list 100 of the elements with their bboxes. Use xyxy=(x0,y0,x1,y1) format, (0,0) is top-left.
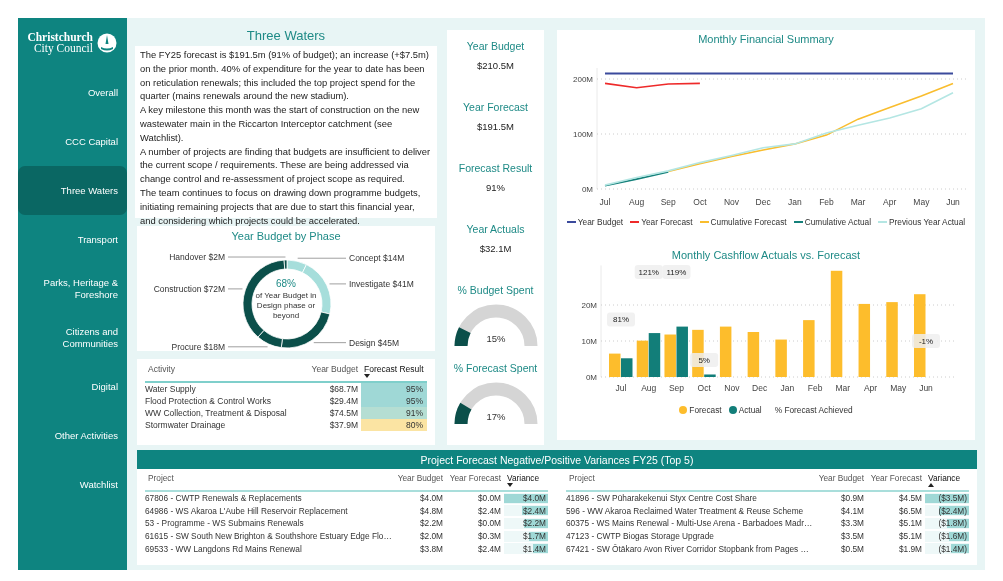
kpi-label: Year Budget xyxy=(466,40,525,52)
legend-label: Year Forecast xyxy=(641,217,693,227)
chart-title: Monthly Cashflow Actuals vs. Forecast xyxy=(671,248,861,261)
y-tick-label: 200M xyxy=(573,75,593,84)
summary-paragraph: The FY25 forecast is $191.5m (91% of budget); an increase (+$7.5m) on the prior month. 40% of expenditure for the year to date has been on reticulation renewals; this included the top project spend for the quarter (mains renewals around the new stadium). xyxy=(140,48,430,104)
table-cell-text: $0.5M xyxy=(839,543,865,554)
column-header[interactable]: Project xyxy=(569,473,595,483)
column-header[interactable]: Year Forecast xyxy=(449,473,501,483)
bar xyxy=(747,332,760,377)
legend-swatch xyxy=(679,406,688,414)
bar xyxy=(803,320,815,377)
column-header[interactable]: Variance xyxy=(928,473,961,483)
table-cell-text: $5.1M xyxy=(897,518,923,529)
x-tick-label: Apr xyxy=(863,383,878,393)
table-cell-text: 596 - WW Akaroa Reclaimed Water Treatment & Reuse Scheme xyxy=(566,505,805,516)
bar xyxy=(648,333,661,377)
table-cell-text: ($1.4M) xyxy=(938,543,968,554)
table-cell-text: WW Collection, Treatment & Disposal xyxy=(145,408,288,418)
table-cell-text: $1.7M xyxy=(522,531,547,542)
nav-item[interactable]: Watchlist xyxy=(18,460,127,509)
table-cell-text: $3.8M xyxy=(418,543,444,554)
y-tick-label: 0M xyxy=(585,373,597,382)
table-cell-text: 60375 - WS Mains Renewal - Multi-Use Arena - Barbadoes Madr… xyxy=(566,518,814,529)
page-title: Three Waters xyxy=(245,28,327,45)
column-header[interactable]: Project xyxy=(148,473,174,483)
table-cell-text: $2.4M xyxy=(476,505,502,516)
summary-paragraph: A key milestone this month was the start of construction on the new wastewater main in the Riccarton Interceptor catchment (see Watchlist). xyxy=(140,103,421,145)
x-tick-label: Jan xyxy=(787,197,802,207)
x-tick-label: Oct xyxy=(693,197,707,207)
column-header[interactable]: Variance xyxy=(507,473,540,483)
leader-line xyxy=(329,283,347,285)
x-tick-label: Mar xyxy=(835,383,851,393)
column-header[interactable]: Forecast Result xyxy=(364,364,424,374)
table-cell-text: $1.4M xyxy=(522,543,547,554)
table-cell-text: $2.2M xyxy=(522,518,547,529)
table-cell-text: $2.0M xyxy=(418,531,444,542)
nav-item[interactable]: Citizens and Communities xyxy=(18,313,127,362)
bar xyxy=(676,326,688,377)
slice-label: Construction $72M xyxy=(153,283,225,294)
table-cell-text: 47123 - CWTP Biogas Storage Upgrade xyxy=(566,531,715,542)
table-cell-text: $0.0M xyxy=(476,518,502,529)
x-tick-label: Nov xyxy=(724,197,740,207)
annotation: 81% xyxy=(612,315,630,325)
nav-item[interactable]: Parks, Heritage & Foreshore xyxy=(18,264,127,313)
x-tick-label: Feb xyxy=(819,197,834,207)
table-cell-text: $4.0M xyxy=(418,493,444,504)
x-tick-label: Dec xyxy=(752,383,768,393)
table-cell-text: $74.5M xyxy=(328,408,359,418)
table-cell-text: $5.1M xyxy=(897,531,923,542)
leader-line xyxy=(227,346,268,348)
column-header[interactable]: Year Budget xyxy=(818,473,864,483)
nav-item[interactable]: Other Activities xyxy=(18,411,127,460)
table-cell-text: 53 - Programme - WS Submains Renewals xyxy=(145,518,305,529)
table-cell-text: ($3.5M) xyxy=(938,493,968,504)
nav-item[interactable]: Three Waters xyxy=(18,166,127,215)
x-tick-label: Nov xyxy=(724,383,740,393)
kpi-value: $32.1M xyxy=(479,243,512,254)
table-cell-text: $6.5M xyxy=(897,505,923,516)
column-header[interactable]: Year Forecast xyxy=(870,473,922,483)
slice-label: Design $45M xyxy=(349,337,400,348)
kpi-label: Year Forecast xyxy=(463,101,528,113)
table-cell-text: 64986 - WS Akaroa L'Aube Hill Reservoir Replacement xyxy=(145,505,349,516)
table-cell-text: $3.5M xyxy=(839,531,865,542)
data-label: 5% xyxy=(690,353,719,368)
x-tick-label: Dec xyxy=(755,197,771,207)
sort-icon[interactable] xyxy=(364,374,370,378)
table-cell: 80% xyxy=(361,419,427,431)
column-header[interactable]: Activity xyxy=(148,364,175,374)
kpi-value: $191.5M xyxy=(477,121,514,132)
table-cell-text: $0.3M xyxy=(476,531,502,542)
slice-label: Procure $18M xyxy=(171,341,225,350)
y-tick-label: 10M xyxy=(581,337,597,346)
leader-line xyxy=(227,256,286,258)
x-tick-label: May xyxy=(890,383,907,393)
legend-label: Forecast xyxy=(689,405,722,415)
sort-icon[interactable] xyxy=(928,483,934,487)
data-label: -1% xyxy=(912,334,940,348)
table-cell: 95% xyxy=(361,395,427,407)
column-header[interactable]: Year Budget xyxy=(311,364,358,374)
column-header[interactable]: Year Budget xyxy=(397,473,443,483)
annotation: 119% xyxy=(666,268,687,277)
sort-icon[interactable] xyxy=(507,483,513,487)
table-cell-text: $2.2M xyxy=(418,518,444,529)
nav-item[interactable]: Overall xyxy=(18,68,127,117)
table-cell-text: Stormwater Drainage xyxy=(145,420,227,430)
nav-item[interactable]: Digital xyxy=(18,362,127,411)
summary-paragraph: A number of projects are finding that budgets are insufficient to deliver the current scope / requirements. These are being addressed via change control and re-assessment of project scope as required. xyxy=(140,144,432,186)
y-tick-label: 20M xyxy=(581,301,597,310)
legend-label: Year Budget xyxy=(577,217,624,227)
bar xyxy=(621,358,633,377)
table-cell-text: 41896 - SW Pūharakekenui Styx Centre Cost Share xyxy=(566,493,758,504)
table-cell-text: $4.1M xyxy=(839,505,865,516)
table-cell-text: $2.4M xyxy=(476,543,502,554)
x-tick-label: Jan xyxy=(780,383,795,393)
table-cell-text: $2.4M xyxy=(522,505,547,516)
nav-item[interactable]: Transport xyxy=(18,215,127,264)
kpi-label: Forecast Result xyxy=(458,162,533,174)
data-label: 81% xyxy=(607,312,635,327)
nav-item[interactable]: CCC Capital xyxy=(18,117,127,166)
x-tick-label: Sep xyxy=(660,197,676,207)
